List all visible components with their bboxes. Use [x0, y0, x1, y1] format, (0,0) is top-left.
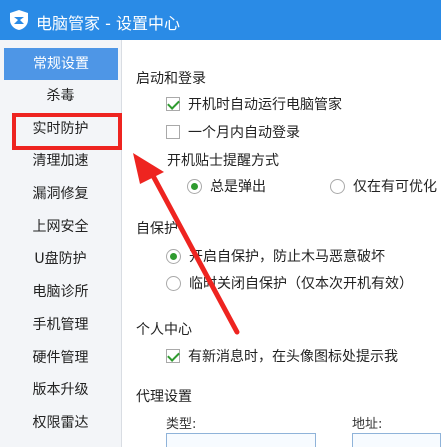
tip-always-label: 总是弹出 — [210, 179, 266, 195]
sidebar-item-general-settings[interactable]: 常规设置 — [4, 48, 118, 80]
selfprotect-off-label: 临时关闭自保护（仅本次开机有效） — [189, 276, 413, 292]
tip-new-radio[interactable] — [330, 178, 345, 194]
autorun-label: 开机时自动运行电脑管家 — [188, 97, 342, 113]
proxy-address-label: 地址: — [352, 417, 383, 432]
selfprotect-on-radio[interactable] — [166, 248, 181, 264]
pc-manager-logo-icon — [10, 10, 28, 30]
tip-new-option[interactable]: 仅在有可优化 — [330, 176, 437, 196]
sidebar-item-usb-protection[interactable]: U盘防护 — [0, 243, 121, 275]
notify-checkbox[interactable] — [166, 349, 180, 363]
notify-label: 有新消息时，在头像图标处提示我 — [188, 349, 398, 365]
autologin-checkbox[interactable] — [166, 125, 180, 139]
startup-heading: 启动和登录 — [136, 71, 206, 87]
sidebar-item-phone-management[interactable]: 手机管理 — [0, 309, 121, 341]
sidebar-item-vulnerability-fix[interactable]: 漏洞修复 — [0, 178, 121, 210]
title-bar: 电脑管家 - 设置中心 — [0, 0, 441, 40]
notify-option[interactable]: 有新消息时，在头像图标处提示我 — [166, 346, 398, 366]
sidebar-item-web-security[interactable]: 上网安全 — [0, 211, 121, 243]
proxy-address-input[interactable] — [352, 433, 441, 447]
sidebar: 常规设置 杀毒 实时防护 清理加速 漏洞修复 上网安全 U盘防护 电脑诊所 手机… — [0, 40, 122, 447]
sidebar-item-antivirus[interactable]: 杀毒 — [0, 80, 121, 112]
autologin-option[interactable]: 一个月内自动登录 — [166, 122, 300, 142]
window-title: 电脑管家 - 设置中心 — [36, 14, 180, 33]
proxy-type-label: 类型: — [166, 417, 197, 432]
selfprotect-off-option[interactable]: 临时关闭自保护（仅本次开机有效） — [166, 273, 413, 293]
sidebar-item-version-upgrade[interactable]: 版本升级 — [0, 374, 121, 406]
autorun-option[interactable]: 开机时自动运行电脑管家 — [166, 94, 342, 114]
settings-panel: 启动和登录 开机时自动运行电脑管家 一个月内自动登录 开机贴士提醒方式 总是弹出… — [123, 40, 441, 447]
tip-new-label: 仅在有可优化 — [353, 179, 437, 195]
annotation-highlight-box — [12, 113, 122, 150]
sidebar-item-hardware-management[interactable]: 硬件管理 — [0, 342, 121, 374]
tip-always-radio[interactable] — [187, 178, 202, 194]
sidebar-item-permission-radar[interactable]: 权限雷达 — [0, 407, 121, 439]
selfprotect-heading: 自保护 — [136, 221, 178, 237]
selfprotect-on-option[interactable]: 开启自保护，防止木马恶意破坏 — [166, 246, 385, 266]
autologin-label: 一个月内自动登录 — [188, 125, 300, 141]
tip-always-option[interactable]: 总是弹出 — [187, 176, 266, 196]
proxy-type-select[interactable] — [166, 433, 316, 447]
selfprotect-on-label: 开启自保护，防止木马恶意破坏 — [189, 249, 385, 265]
sidebar-item-pc-clinic[interactable]: 电脑诊所 — [0, 276, 121, 308]
proxy-heading: 代理设置 — [136, 389, 192, 405]
selfprotect-off-radio[interactable] — [166, 275, 181, 291]
startup-tip-heading: 开机贴士提醒方式 — [167, 153, 279, 169]
personal-heading: 个人中心 — [136, 322, 192, 338]
autorun-checkbox[interactable] — [166, 97, 180, 111]
